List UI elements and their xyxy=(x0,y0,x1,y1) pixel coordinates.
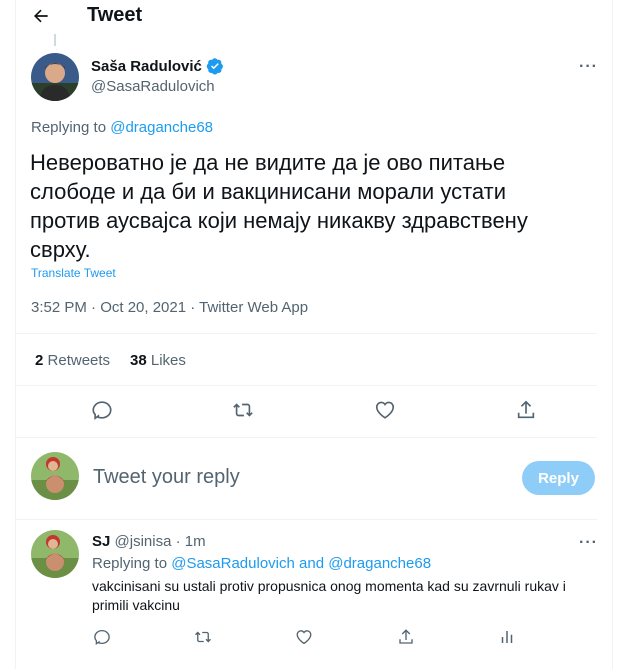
user-avatar[interactable] xyxy=(31,452,79,500)
reply-button[interactable]: Reply xyxy=(522,461,595,495)
verified-badge-icon xyxy=(206,57,224,75)
retweets-label: Retweets xyxy=(47,352,111,369)
author-name[interactable]: Saša Radulović xyxy=(91,58,202,75)
divider xyxy=(16,437,597,438)
likes-count: 38 xyxy=(130,352,147,369)
translate-tweet-link[interactable]: Translate Tweet xyxy=(31,266,116,280)
reply-text: vakcinisani su ustali protiv propusnica … xyxy=(92,578,566,613)
reply-icon[interactable] xyxy=(89,397,115,423)
page-title: Tweet xyxy=(87,4,143,26)
reply-time[interactable]: · 1m xyxy=(176,533,206,550)
reply-share-icon[interactable] xyxy=(395,626,417,648)
author-name-row[interactable]: Saša Radulović xyxy=(91,57,224,75)
reply-replying-prefix: Replying to xyxy=(92,555,168,572)
reply-author-row: SJ @jsinisa · 1m xyxy=(92,533,206,550)
retweets-count: 2 xyxy=(35,352,44,369)
likes-stat[interactable]: 38 Likes xyxy=(130,352,186,369)
retweet-icon[interactable] xyxy=(230,397,256,423)
divider xyxy=(16,519,597,520)
retweets-stat[interactable]: 2 Retweets xyxy=(35,352,110,369)
divider xyxy=(16,333,597,334)
divider xyxy=(16,385,597,386)
reply-analytics-icon[interactable] xyxy=(496,626,518,648)
thread-line xyxy=(54,34,56,46)
reply-retweet-icon[interactable] xyxy=(192,626,214,648)
replying-to-link[interactable]: @draganche68 xyxy=(110,119,213,136)
author-handle[interactable]: @SasaRadulovich xyxy=(91,78,215,95)
tweet-timestamp[interactable]: 3:52 PM · Oct 20, 2021 · Twitter Web App xyxy=(31,299,308,316)
reply-author-handle[interactable]: @jsinisa xyxy=(115,533,172,550)
replying-to-line: Replying to @draganche68 xyxy=(31,119,213,136)
author-avatar[interactable] xyxy=(31,53,79,101)
more-options-icon[interactable]: ··· xyxy=(579,58,598,76)
likes-label: Likes xyxy=(150,352,186,369)
reply-more-options-icon[interactable]: ··· xyxy=(579,534,598,552)
reply-reply-icon[interactable] xyxy=(91,626,113,648)
reply-input[interactable]: Tweet your reply xyxy=(93,466,240,489)
reply-replying-to-link-1[interactable]: @SasaRadulovich xyxy=(171,555,295,572)
reply-author-avatar[interactable] xyxy=(31,530,79,578)
reply-replying-to-link-2[interactable]: @draganche68 xyxy=(328,555,431,572)
replying-prefix: Replying to xyxy=(31,119,107,136)
tweet-text: Невероватно је да не видите да је ово пи… xyxy=(30,150,528,262)
share-icon[interactable] xyxy=(513,397,539,423)
reply-replying-and: and xyxy=(299,555,325,572)
reply-author-name[interactable]: SJ xyxy=(92,533,110,550)
back-arrow-icon[interactable] xyxy=(30,5,52,27)
like-icon[interactable] xyxy=(372,397,398,423)
reply-replying-to-line: Replying to @SasaRadulovich and @draganc… xyxy=(92,555,431,572)
reply-like-icon[interactable] xyxy=(293,626,315,648)
